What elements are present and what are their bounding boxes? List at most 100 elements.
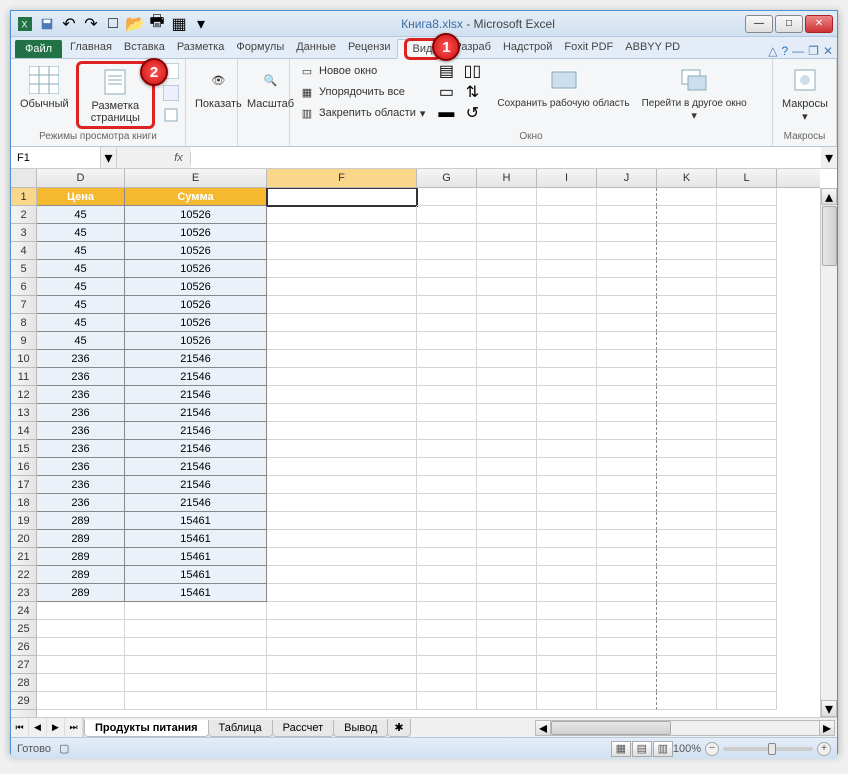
cell[interactable] (537, 656, 597, 674)
cell[interactable]: 21546 (125, 368, 267, 386)
cell[interactable] (37, 638, 125, 656)
cell[interactable] (417, 674, 477, 692)
cell[interactable] (657, 368, 717, 386)
cell[interactable] (717, 350, 777, 368)
cell[interactable] (477, 224, 537, 242)
cell[interactable] (477, 188, 537, 206)
cell[interactable] (717, 674, 777, 692)
cell[interactable] (267, 548, 417, 566)
cell[interactable] (597, 440, 657, 458)
cell[interactable] (267, 296, 417, 314)
unhide-icon[interactable]: ▬ (436, 103, 456, 123)
cell[interactable] (417, 404, 477, 422)
hide-icon[interactable]: ▭ (436, 82, 456, 102)
cell[interactable]: 15461 (125, 584, 267, 602)
cell[interactable] (597, 278, 657, 296)
cell[interactable] (717, 404, 777, 422)
cell[interactable] (537, 386, 597, 404)
row-header[interactable]: 18 (11, 494, 36, 512)
cell[interactable] (657, 260, 717, 278)
cell[interactable] (267, 512, 417, 530)
cell[interactable]: 15461 (125, 530, 267, 548)
cell[interactable] (657, 512, 717, 530)
print-icon[interactable]: 🖶 (147, 14, 167, 34)
cell[interactable] (417, 566, 477, 584)
column-header-D[interactable]: D (37, 169, 125, 187)
cell[interactable] (267, 386, 417, 404)
cell[interactable]: 10526 (125, 278, 267, 296)
cell[interactable] (597, 692, 657, 710)
cell[interactable] (477, 530, 537, 548)
select-all-corner[interactable] (11, 169, 37, 188)
cell[interactable] (597, 386, 657, 404)
cell[interactable] (537, 530, 597, 548)
cell[interactable] (477, 314, 537, 332)
cell[interactable] (537, 548, 597, 566)
cell[interactable] (717, 530, 777, 548)
sheet-tab[interactable]: Таблица (208, 720, 273, 737)
cell[interactable] (537, 620, 597, 638)
cell[interactable] (597, 206, 657, 224)
cell[interactable] (657, 224, 717, 242)
open-icon[interactable]: 📂 (125, 14, 145, 34)
cell[interactable] (717, 602, 777, 620)
page-break-view-icon[interactable]: ▥ (653, 741, 673, 757)
cell[interactable] (417, 278, 477, 296)
cell[interactable] (125, 602, 267, 620)
tab-first-icon[interactable]: ⏮ (11, 718, 29, 737)
cell[interactable] (37, 674, 125, 692)
cell[interactable] (657, 332, 717, 350)
ribbon-tab-главная[interactable]: Главная (64, 38, 118, 58)
cell[interactable] (125, 674, 267, 692)
ribbon-tab-данные[interactable]: Данные (290, 38, 342, 58)
cell[interactable]: 236 (37, 494, 125, 512)
cell[interactable] (267, 674, 417, 692)
cell[interactable] (717, 548, 777, 566)
cell[interactable] (417, 458, 477, 476)
cell[interactable] (417, 422, 477, 440)
cell[interactable] (657, 350, 717, 368)
cell[interactable]: 45 (37, 206, 125, 224)
cell[interactable] (537, 512, 597, 530)
cell[interactable] (267, 242, 417, 260)
cell[interactable] (657, 584, 717, 602)
cell[interactable] (37, 656, 125, 674)
cell[interactable]: 21546 (125, 404, 267, 422)
cell[interactable] (657, 602, 717, 620)
row-header[interactable]: 12 (11, 386, 36, 404)
cell[interactable] (717, 206, 777, 224)
sheet-tab-active[interactable]: Продукты питания (84, 720, 209, 737)
cell[interactable] (477, 332, 537, 350)
cell[interactable] (717, 260, 777, 278)
row-header[interactable]: 14 (11, 422, 36, 440)
cell[interactable]: Цена (37, 188, 125, 206)
cell[interactable] (417, 368, 477, 386)
name-box[interactable]: F1 (11, 147, 101, 168)
cell[interactable] (597, 458, 657, 476)
cell[interactable] (657, 440, 717, 458)
cell[interactable] (597, 494, 657, 512)
cell[interactable] (717, 458, 777, 476)
cell[interactable] (477, 386, 537, 404)
ribbon-tab-foxit pdf[interactable]: Foxit PDF (558, 38, 619, 58)
cell[interactable] (477, 620, 537, 638)
undo-icon[interactable]: ↶ (59, 14, 79, 34)
cell-grid[interactable]: ЦенаСумма4510526451052645105264510526451… (37, 188, 820, 717)
horizontal-scroll-thumb[interactable] (551, 721, 671, 735)
row-header[interactable]: 24 (11, 602, 36, 620)
cell[interactable] (597, 260, 657, 278)
cell[interactable] (657, 566, 717, 584)
cell[interactable] (717, 476, 777, 494)
cell[interactable] (477, 656, 537, 674)
cell[interactable]: 236 (37, 440, 125, 458)
cell[interactable]: 10526 (125, 242, 267, 260)
row-header[interactable]: 8 (11, 314, 36, 332)
cell[interactable] (477, 548, 537, 566)
cell[interactable] (717, 386, 777, 404)
cell[interactable] (597, 242, 657, 260)
cell[interactable]: 21546 (125, 494, 267, 512)
workbook-close-icon[interactable]: ✕ (823, 44, 833, 58)
row-header[interactable]: 9 (11, 332, 36, 350)
cell[interactable] (597, 620, 657, 638)
column-header-H[interactable]: H (477, 169, 537, 187)
